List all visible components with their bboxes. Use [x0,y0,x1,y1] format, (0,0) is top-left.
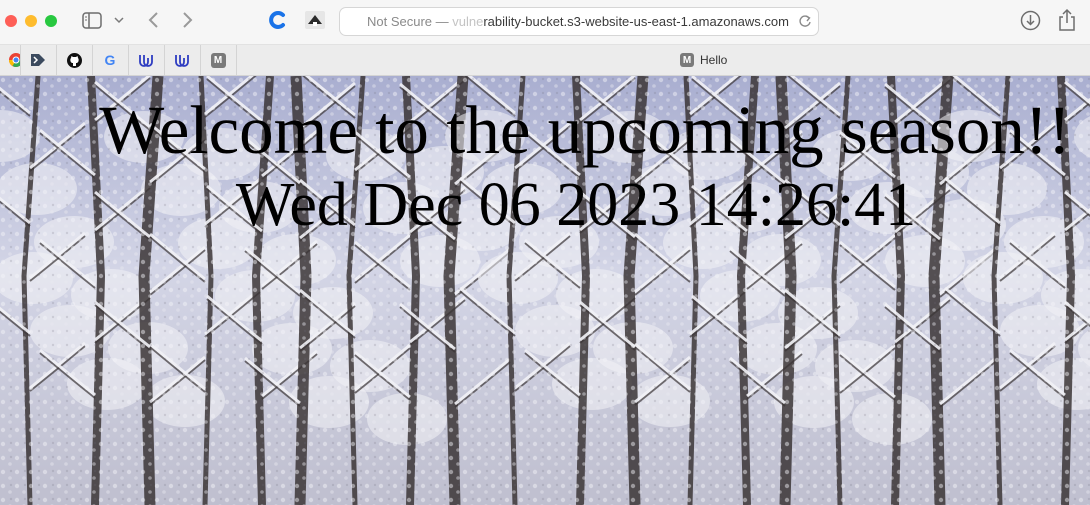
github-icon [66,52,82,68]
tab-favicon: M [680,53,694,67]
sidebar-toggle-icon[interactable] [82,12,102,29]
google-icon: G [104,52,116,68]
favorite-github[interactable] [56,45,93,75]
chrome-icon [9,53,20,67]
reload-icon[interactable] [798,14,812,28]
extension-bird-icon[interactable] [305,11,325,29]
extension-c-icon[interactable] [268,10,288,30]
favorite-medium[interactable]: M [200,45,237,75]
url-text: rability-bucket.s3-website-us-east-1.ama… [483,14,789,29]
address-text: Not Secure — vulnerability-bucket.s3-web… [367,14,789,29]
favorite-udacity-1[interactable] [128,45,165,75]
tab-hello[interactable]: M Hello [680,53,727,67]
back-icon[interactable] [147,11,159,29]
current-datetime: Wed Dec 06 2023 14:26:41 [235,171,917,239]
zoom-window-button[interactable] [45,15,57,27]
favorite-udacity-2[interactable] [164,45,201,75]
minimize-window-button[interactable] [25,15,37,27]
favorite-arrow[interactable] [20,45,57,75]
chevron-down-icon[interactable] [114,16,124,24]
udacity-icon [175,54,189,67]
tab-bar: G M M Hello [0,45,1090,76]
favorite-google[interactable]: G [92,45,129,75]
medium-icon: M [210,52,226,68]
tab-label: Hello [700,53,728,67]
url-faded-part: vulne [452,14,484,29]
security-warning: Not Secure — [367,14,453,29]
browser-toolbar: Not Secure — vulnerability-bucket.s3-web… [0,0,1090,45]
download-icon[interactable] [1020,10,1041,31]
udacity-icon [139,54,153,67]
share-icon[interactable] [1058,8,1076,32]
arrow-icon [31,54,45,66]
forward-icon[interactable] [182,11,194,29]
close-window-button[interactable] [5,15,17,27]
page-content: Welcome to the upcoming season!! Wed Dec… [0,76,1090,505]
page-headline: Welcome to the upcoming season!! [99,92,1071,168]
favorite-chrome[interactable] [0,45,21,75]
address-bar[interactable]: Not Secure — vulnerability-bucket.s3-web… [339,7,819,36]
